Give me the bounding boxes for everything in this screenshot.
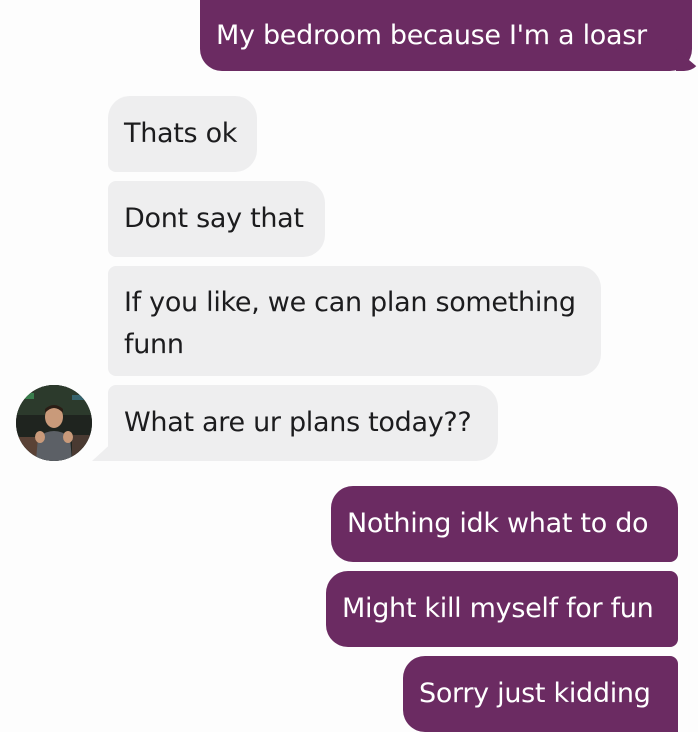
message-text: Thats ok — [124, 118, 238, 149]
message-text: Sorry just kidding — [419, 678, 651, 709]
outgoing-message[interactable]: Nothing idk what to do — [331, 486, 678, 562]
message-text: If you like, we can plan something funn — [124, 287, 576, 360]
message-text: Might kill myself for fun — [342, 593, 654, 624]
incoming-message[interactable]: Thats ok — [108, 96, 257, 172]
person-photo-icon — [16, 385, 92, 461]
contact-avatar[interactable] — [16, 385, 92, 461]
message-text: What are ur plans today?? — [124, 407, 472, 438]
message-text: My bedroom because I'm a loasr — [216, 20, 647, 51]
message-text: Nothing idk what to do — [347, 508, 649, 539]
outgoing-message[interactable]: Sorry just kidding — [403, 656, 678, 732]
incoming-message[interactable]: If you like, we can plan something funn — [108, 266, 601, 376]
incoming-message[interactable]: Dont say that — [108, 181, 325, 257]
outgoing-message[interactable]: Might kill myself for fun — [326, 571, 678, 647]
message-text: Dont say that — [124, 203, 304, 234]
outgoing-message[interactable]: My bedroom because I'm a loasr — [200, 0, 692, 71]
incoming-message[interactable]: What are ur plans today?? — [108, 385, 498, 461]
